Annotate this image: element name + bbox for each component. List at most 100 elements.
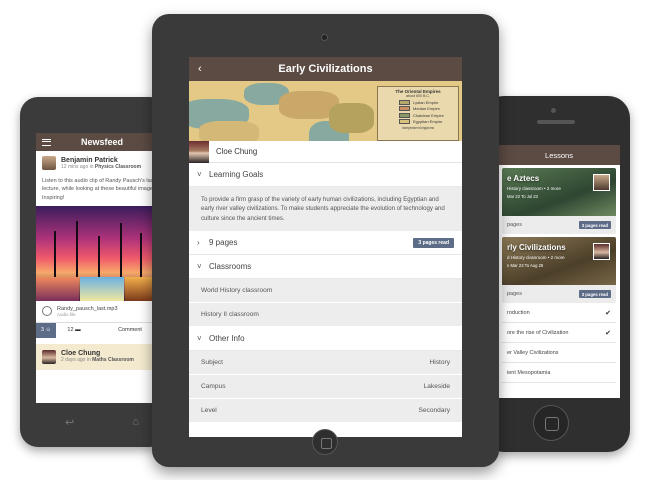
android-phone: Newsfeed Benjamin Patrick 12 mins ago in… [20,97,168,447]
post-time: 12 mins ago in [61,163,94,170]
course-cover: rly Civilizations d History classroom • … [502,237,616,285]
legend-swatch [399,99,410,105]
post-meta: 2 days ago in Maths Classroom [61,357,134,363]
like-button[interactable]: 3 ☺ [36,322,56,338]
check-icon: ✔ [605,329,611,337]
comment-count-button[interactable]: 12 ▬ [56,323,92,338]
post-time: 2 days ago in [61,357,91,364]
lessons-screen: Lessons e Aztecs History classroom • 2 m… [498,145,620,398]
info-value: History [429,359,450,367]
legend-label: Chaldean Empire [413,112,444,118]
list-item[interactable]: roduction ✔ [502,303,616,323]
legend-label: Egyptian Empire [413,119,443,124]
section-label: Other Info [209,334,245,344]
home-button[interactable] [533,405,569,441]
list-item[interactable]: ore the rise of Civilization ✔ [502,323,616,343]
legend-label: Median Empire [413,106,440,111]
info-key: Subject [201,359,223,367]
course-date: Mar 22 To Jul 23 [507,194,538,199]
like-icon: ☺ [45,327,52,334]
classroom-label: World History classroom [201,287,273,295]
post-author[interactable]: Cloe Chung [61,350,134,357]
pages-toggle[interactable]: › 9 pages 3 pages read [189,231,462,256]
back-icon[interactable]: ‹ [198,63,202,75]
legend-swatch [399,119,410,124]
map-legend: The Oriental Empires about 600 B.C. Lydi… [377,86,459,141]
audio-attachment[interactable]: Randy_pausch_last.mp3 Audio file [36,301,168,322]
course-screen: ‹ Early Civilizations The Oriental Empir… [189,57,462,437]
home-nav-icon[interactable]: ⌂ [132,416,139,428]
map-legend-footer: Independent kingdoms [401,126,435,130]
other-info-toggle[interactable]: ˅ Other Info [189,327,462,352]
android-nav-bar: ↩ ⌂ [36,407,168,437]
course-card[interactable]: rly Civilizations d History classroom • … [502,237,616,303]
classroom-row[interactable]: History II classroom [189,303,462,328]
chevron-down-icon: ˅ [197,262,202,272]
comment-count: 12 [67,327,74,334]
course-pages: pages [507,291,522,297]
learning-goals-toggle[interactable]: ˅ Learning Goals [189,163,462,187]
classroom-row[interactable]: World History classroom [189,279,462,304]
course-pages: pages [507,222,522,228]
post-text: Listen to this audio clip of Randy Pausc… [42,178,158,201]
course-card[interactable]: e Aztecs History classroom • 2 more Mar … [502,168,616,234]
post-place[interactable]: Maths Classroom [92,357,134,363]
list-item[interactable]: ient Mesopotamia [502,363,616,383]
course-footer: pages 3 pages read [502,216,616,234]
legend-swatch [399,112,410,118]
legend-entry: Chaldean Empire [381,112,455,118]
home-button[interactable] [312,429,338,455]
audio-icon [42,306,52,317]
ipad: ‹ Early Civilizations The Oriental Empir… [152,14,499,467]
audio-label: Audio file [57,311,76,317]
audio-name: Randy_pausch_last.mp3 [57,305,118,312]
thumbnail[interactable] [80,276,124,301]
status-badge: 3 pages read [413,237,454,248]
check-icon: ✔ [605,309,611,317]
legend-swatch [399,106,410,111]
newsfeed-header: Newsfeed [36,133,168,151]
lesson-label: ore the rise of Civilization [507,329,569,336]
lessons-header: Lessons [498,145,620,165]
post-actions: 3 ☺ 12 ▬ Comment [36,321,168,338]
speaker-grille [537,120,575,124]
map-region [329,103,374,133]
comment-icon: ▬ [75,327,81,334]
legend-label: Lydian Empire [413,99,439,105]
teacher-row[interactable]: Cloe Chung [189,140,462,163]
post-place[interactable]: Physics Classroom [95,164,141,170]
thumbnail[interactable] [36,276,80,301]
legend-entry: Median Empire [381,106,455,111]
newsfeed-title: Newsfeed [80,137,124,147]
avatar [189,140,209,163]
list-item[interactable]: er Valley Civilizations [502,343,616,363]
newsfeed-screen: Newsfeed Benjamin Patrick 12 mins ago in… [36,133,168,403]
post-header: Benjamin Patrick 12 mins ago in Physics … [36,151,168,175]
image-thumbnails [36,276,168,301]
info-value: Lakeside [423,383,450,391]
like-count: 3 [40,327,44,334]
legend-entry: Egyptian Empire [381,119,455,124]
learning-goals-text: To provide a firm grasp of the variety o… [189,187,462,232]
post-preview[interactable]: Cloe Chung 2 days ago in Maths Classroom [36,343,168,370]
course-cover: e Aztecs History classroom • 2 more Mar … [502,168,616,216]
avatar[interactable] [42,349,56,364]
camera-dot [551,108,556,113]
info-row: Subject History [189,351,462,376]
camera-dot [321,34,328,41]
back-nav-icon[interactable]: ↩ [65,416,74,429]
teacher-name: Cloe Chung [216,147,258,156]
section-label: 9 pages [209,238,238,248]
classrooms-toggle[interactable]: ˅ Classrooms [189,255,462,280]
info-row: Level Secondary [189,399,462,424]
post-author[interactable]: Benjamin Patrick [61,157,141,164]
chevron-right-icon: › [197,238,200,248]
post-meta: 12 mins ago in Physics Classroom [61,164,141,170]
iphone: Lessons e Aztecs History classroom • 2 m… [482,96,630,452]
chevron-down-icon: ˅ [197,334,202,344]
post-image[interactable] [36,205,168,301]
avatar[interactable] [42,156,56,170]
device-showcase: Newsfeed Benjamin Patrick 12 mins ago in… [0,0,655,480]
info-key: Campus [201,383,226,391]
info-key: Level [201,407,217,415]
